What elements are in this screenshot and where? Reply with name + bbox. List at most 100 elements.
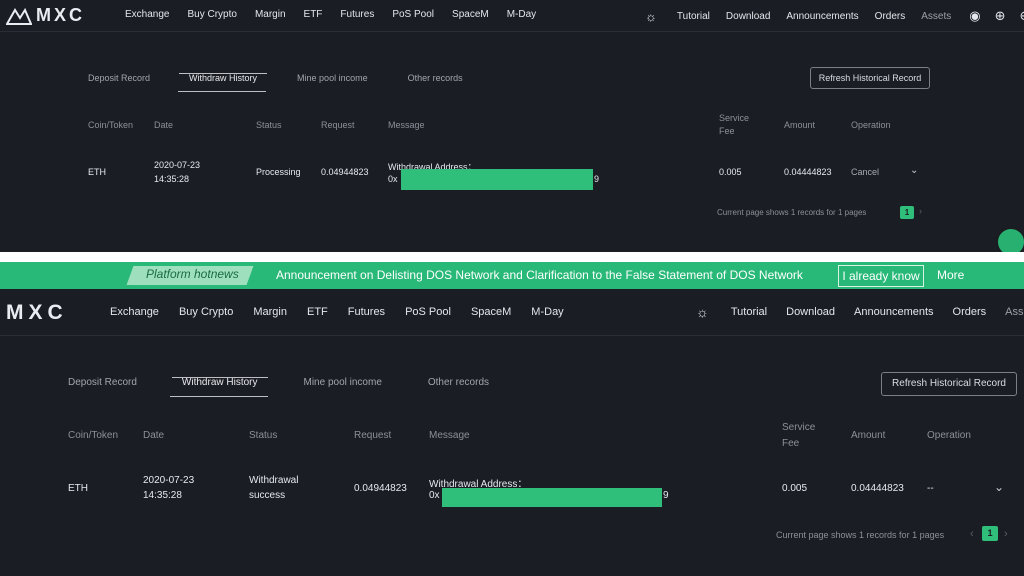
user-icon[interactable]: ◉ <box>969 8 980 24</box>
row-address-suffix: 9 <box>663 490 669 501</box>
download-app-icon[interactable]: ⊖ <box>1020 8 1024 24</box>
tab-mine-pool-income[interactable]: Mine pool income <box>304 377 382 388</box>
col-date: Date <box>154 120 174 130</box>
chat-support-icon[interactable] <box>996 227 1024 252</box>
row-fee: 0.005 <box>782 483 808 494</box>
pager-text: Current page shows 1 records for 1 pages <box>776 530 945 540</box>
nav-buy-crypto[interactable]: Buy Crypto <box>187 9 236 20</box>
row-date: 2020-07-23 <box>154 160 201 170</box>
nav-download[interactable]: Download <box>786 306 835 318</box>
page-button-1[interactable]: 1 <box>982 526 998 541</box>
pager-text: Current page shows 1 records for 1 pages <box>717 208 867 217</box>
tab-withdraw-history[interactable]: Withdraw History <box>179 73 268 83</box>
nav-tutorial[interactable]: Tutorial <box>677 11 710 22</box>
nav-m-day[interactable]: M-Day <box>531 306 563 318</box>
active-tab-underline <box>170 396 268 397</box>
row-request: 0.04944823 <box>321 167 369 177</box>
announcement-link[interactable]: Announcement on Delisting DOS Network an… <box>276 268 803 282</box>
top-tabs: Deposit Record Withdraw History Mine poo… <box>88 73 463 83</box>
nav-margin[interactable]: Margin <box>255 9 286 20</box>
tab-mine-pool-income[interactable]: Mine pool income <box>297 73 368 83</box>
next-page-icon[interactable]: › <box>919 206 922 216</box>
nav-futures[interactable]: Futures <box>340 9 374 20</box>
expand-chevron-icon[interactable]: ⌄ <box>910 165 918 176</box>
bottom-tabs: Deposit Record Withdraw History Mine poo… <box>68 377 489 388</box>
top-nav-right: ☼ Tutorial Download Announcements Orders… <box>645 8 1024 24</box>
col-date: Date <box>143 430 165 441</box>
nav-m-day[interactable]: M-Day <box>507 9 536 20</box>
col-coin: Coin/Token <box>68 430 119 441</box>
col-fee-line1: Service <box>782 422 816 433</box>
tab-other-records[interactable]: Other records <box>428 377 489 388</box>
col-operation: Operation <box>851 120 891 130</box>
page-button-1[interactable]: 1 <box>900 206 914 219</box>
row-address-suffix: 9 <box>594 174 600 184</box>
nav-announcements[interactable]: Announcements <box>854 306 934 318</box>
nav-futures[interactable]: Futures <box>348 306 385 318</box>
col-fee-line2: Fee <box>782 438 800 449</box>
col-request: Request <box>354 430 392 441</box>
tab-deposit-record[interactable]: Deposit Record <box>68 377 137 388</box>
col-fee-line2: Fee <box>719 126 735 136</box>
prev-page-icon[interactable]: ‹ <box>970 528 974 540</box>
top-nav-links: Exchange Buy Crypto Margin ETF Futures P… <box>125 9 536 20</box>
row-time: 14:35:28 <box>143 490 182 501</box>
col-operation: Operation <box>927 430 971 441</box>
nav-pos-pool[interactable]: PoS Pool <box>392 9 434 20</box>
bottom-nav-links: Exchange Buy Crypto Margin ETF Futures P… <box>110 306 564 318</box>
row-address-prefix: 0x <box>388 174 398 184</box>
row-status-line2: success <box>249 490 286 501</box>
nav-spacem[interactable]: SpaceM <box>471 306 511 318</box>
row-operation: -- <box>927 483 934 494</box>
nav-etf[interactable]: ETF <box>304 9 323 20</box>
nav-download[interactable]: Download <box>726 11 770 22</box>
row-coin: ETH <box>88 167 106 177</box>
more-link[interactable]: More <box>937 268 964 282</box>
nav-exchange[interactable]: Exchange <box>110 306 159 318</box>
tab-withdraw-history[interactable]: Withdraw History <box>171 377 268 388</box>
nav-orders[interactable]: Orders <box>875 11 906 22</box>
refresh-button[interactable]: Refresh Historical Record <box>810 67 930 89</box>
brand-logo-text: MXC <box>36 5 85 25</box>
nav-pos-pool[interactable]: PoS Pool <box>405 306 451 318</box>
nav-etf[interactable]: ETF <box>307 306 328 318</box>
expand-chevron-icon[interactable]: ⌄ <box>994 480 1004 494</box>
brand-logo-large[interactable]: MXC <box>6 301 68 325</box>
theme-sun-icon[interactable]: ☼ <box>645 9 657 24</box>
bottom-navbar: MXC Exchange Buy Crypto Margin ETF Futur… <box>0 289 1024 335</box>
row-status-line1: Withdrawal <box>249 475 299 486</box>
nav-assets[interactable]: Assets <box>1005 306 1024 318</box>
nav-exchange[interactable]: Exchange <box>125 9 169 20</box>
address-redaction <box>401 169 593 190</box>
col-status: Status <box>249 430 278 441</box>
already-know-button[interactable]: I already know <box>838 265 924 287</box>
cancel-button[interactable]: Cancel <box>851 167 879 177</box>
active-tab-underline <box>178 91 266 92</box>
row-time: 14:35:28 <box>154 174 190 184</box>
nav-spacem[interactable]: SpaceM <box>452 9 489 20</box>
nav-announcements[interactable]: Announcements <box>786 11 858 22</box>
bottom-nav-right: ☼ Tutorial Download Announcements Orders… <box>696 304 1024 320</box>
brand-logo[interactable]: MXC <box>6 5 85 26</box>
col-message: Message <box>429 430 470 441</box>
hotnews-banner: Platform hotnews Announcement on Delisti… <box>0 262 1024 289</box>
theme-sun-icon[interactable]: ☼ <box>696 304 709 320</box>
next-page-icon[interactable]: › <box>1004 528 1008 540</box>
tab-deposit-record[interactable]: Deposit Record <box>88 73 150 83</box>
col-amount: Amount <box>851 430 886 441</box>
nav-tutorial[interactable]: Tutorial <box>731 306 767 318</box>
col-fee-line1: Service <box>719 113 750 123</box>
hotnews-tag: Platform hotnews <box>146 267 239 281</box>
row-request: 0.04944823 <box>354 483 407 494</box>
nav-margin[interactable]: Margin <box>253 306 287 318</box>
top-navbar: MXC Exchange Buy Crypto Margin ETF Futur… <box>0 0 1024 30</box>
refresh-button[interactable]: Refresh Historical Record <box>881 372 1017 396</box>
tab-other-records[interactable]: Other records <box>408 73 463 83</box>
nav-divider <box>0 335 1024 336</box>
row-date: 2020-07-23 <box>143 475 195 486</box>
nav-orders[interactable]: Orders <box>953 306 987 318</box>
nav-assets[interactable]: Assets <box>921 11 951 22</box>
nav-buy-crypto[interactable]: Buy Crypto <box>179 306 233 318</box>
globe-icon[interactable]: ⊕ <box>995 8 1006 24</box>
col-request: Request <box>321 120 355 130</box>
